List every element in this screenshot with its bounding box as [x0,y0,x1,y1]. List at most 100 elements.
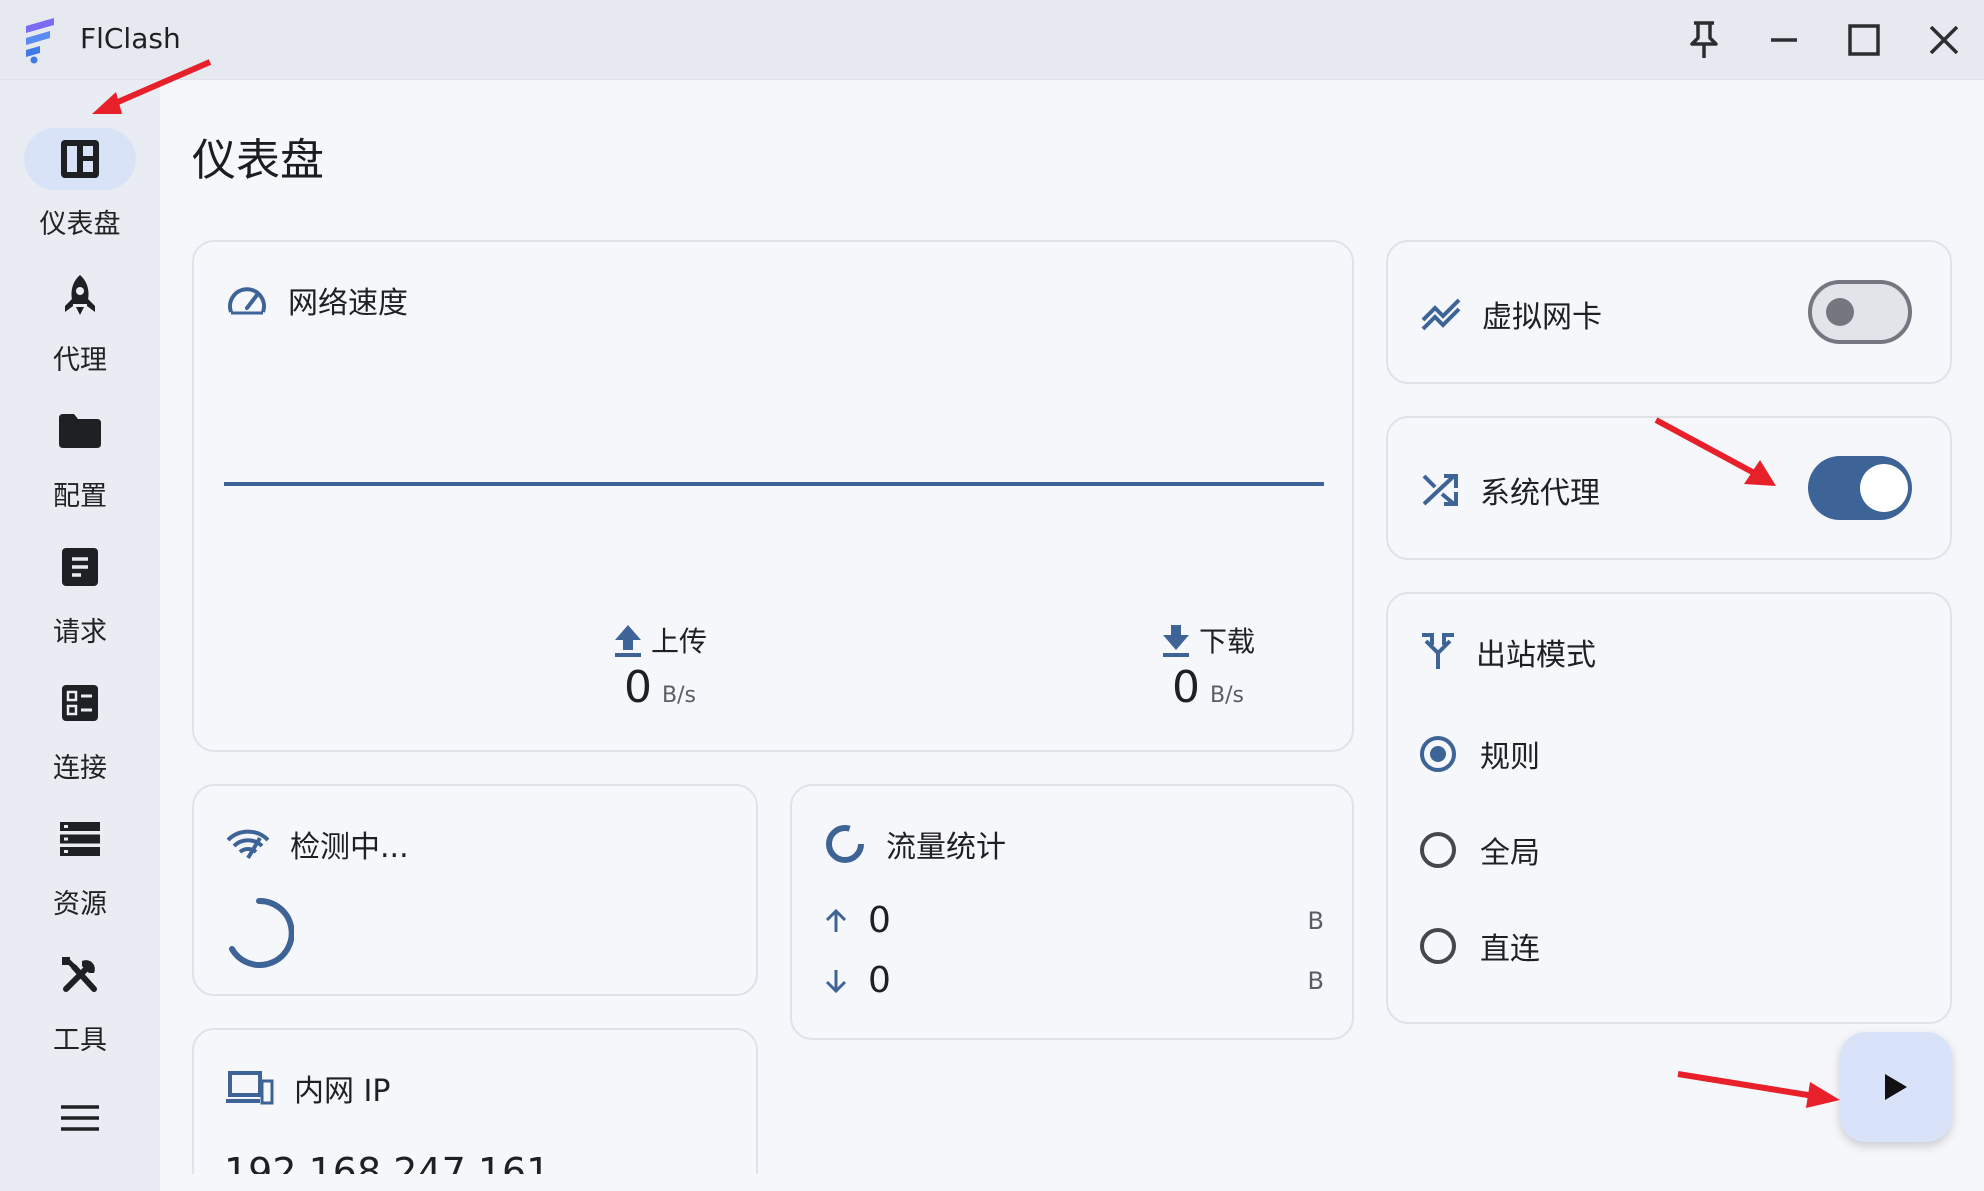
nav-indicator [24,808,136,870]
intranet-ip-card: 内网 IP 192.168.247.161 [192,1028,758,1174]
upload-icon [614,625,641,657]
network-detection-card: 检测中... [192,784,758,996]
traffic-upload-unit: B [1307,906,1324,935]
mode-option-global[interactable]: 全局 [1420,828,1540,872]
sidebar-item-profiles[interactable]: 配置 [0,400,160,520]
sidebar-item-tools[interactable]: 工具 [0,944,160,1064]
download-speed: 下载 0 B/s [1108,620,1308,713]
maximize-button[interactable] [1838,14,1890,66]
nav-indicator [24,672,136,734]
mode-option-label: 全局 [1480,836,1540,871]
play-icon [1885,1074,1907,1100]
system-proxy-toggle[interactable] [1808,456,1912,520]
dashboard-icon [61,140,99,178]
network-speed-card: 网络速度 上传 0 B/s 下载 0 B/s [192,240,1354,752]
download-value: 0 [1172,662,1201,713]
menu-button[interactable] [50,1088,110,1148]
sidebar-item-requests[interactable]: 请求 [0,536,160,656]
system-proxy-label: 系统代理 [1480,476,1600,511]
mode-option-label: 规则 [1480,740,1540,775]
shuffle-icon [1422,474,1458,506]
intranet-ip-clip: 内网 IP 192.168.247.161 [190,1024,762,1174]
fork-icon [1422,633,1454,669]
download-label-row: 下载 [1108,620,1308,660]
nav-indicator [24,400,136,462]
pin-icon [1690,21,1718,58]
sidebar-item-proxy[interactable]: 代理 [0,264,160,384]
outbound-mode-title: 出站模式 [1476,638,1596,673]
tun-label: 虚拟网卡 [1482,300,1602,335]
radio-button[interactable] [1420,928,1456,964]
sidebar-item-connections[interactable]: 连接 [0,672,160,792]
download-unit: B/s [1210,683,1244,708]
download-icon [1162,625,1189,657]
traffic-upload-row: 0 B [824,900,1324,941]
app-logo-icon [26,18,54,64]
connections-icon [62,685,98,721]
nav-indicator [24,264,136,326]
card-header: 系统代理 [1420,468,1600,512]
network-speed-title: 网络速度 [288,286,408,321]
arrow-down-icon [825,969,847,993]
upload-unit: B/s [662,683,696,708]
close-icon [1929,25,1959,55]
sidebar-item-label: 代理 [53,345,107,376]
upload-label: 上传 [650,625,707,658]
sidebar-item-label: 配置 [53,481,107,512]
annotation-arrow-start [1677,1071,1840,1108]
speed-chart-line [224,482,1324,486]
outbound-mode-card: 出站模式 规则 全局 直连 [1386,592,1952,1024]
traffic-download-unit: B [1307,966,1324,995]
intranet-ip-value: 192.168.247.161 [224,1150,551,1174]
traffic-download-value: 0 [868,960,891,1001]
card-header: 网络速度 [226,278,408,322]
donut-chart-icon [826,825,864,863]
nav-indicator [24,944,136,1006]
sidebar-item-resources[interactable]: 资源 [0,808,160,928]
arrow-up-icon [825,908,847,932]
page-title: 仪表盘 [192,135,324,186]
tun-card[interactable]: 虚拟网卡 [1386,240,1952,384]
minimize-button[interactable] [1758,14,1810,66]
title-bar: FlClash [0,0,1984,80]
card-header: 出站模式 [1420,630,1596,674]
network-trend-icon [1421,298,1461,331]
folder-icon [59,414,101,448]
request-icon [62,548,98,586]
card-header: 检测中... [226,822,409,866]
rocket-icon [65,275,95,315]
mode-option-rule[interactable]: 规则 [1420,732,1540,776]
menu-icon [61,1105,99,1131]
mode-option-label: 直连 [1480,932,1540,967]
toggle-knob [1826,298,1854,326]
radio-button[interactable] [1420,736,1456,772]
traffic-stats-title: 流量统计 [886,830,1006,865]
sidebar-item-label: 工具 [53,1025,107,1056]
app-title: FlClash [80,22,181,55]
network-detection-title: 检测中... [290,830,409,865]
tun-toggle[interactable] [1808,280,1912,344]
close-button[interactable] [1918,14,1970,66]
speedometer-icon [228,287,266,315]
nav-indicator [24,128,136,190]
start-button[interactable] [1840,1032,1952,1142]
sidebar-item-dashboard[interactable]: 仪表盘 [0,128,160,248]
mode-option-direct[interactable]: 直连 [1420,924,1540,968]
radio-button[interactable] [1420,832,1456,868]
system-proxy-card[interactable]: 系统代理 [1386,416,1952,560]
sidebar-item-label: 连接 [53,753,107,784]
intranet-ip-title: 内网 IP [294,1074,391,1109]
devices-icon [226,1071,274,1105]
card-header: 虚拟网卡 [1420,292,1602,336]
sidebar: 仪表盘 代理 配置 请求 连接 资源 工具 [0,80,160,1191]
upload-label-row: 上传 [560,620,760,660]
traffic-upload-value: 0 [868,900,891,941]
card-header: 流量统计 [824,822,1006,866]
sidebar-item-label: 请求 [53,617,107,648]
sidebar-item-label: 资源 [53,889,107,920]
pin-button[interactable] [1678,14,1730,66]
loading-spinner-icon [229,898,294,968]
traffic-download-row: 0 B [824,960,1324,1001]
toggle-knob [1860,464,1908,512]
maximize-icon [1848,24,1880,56]
